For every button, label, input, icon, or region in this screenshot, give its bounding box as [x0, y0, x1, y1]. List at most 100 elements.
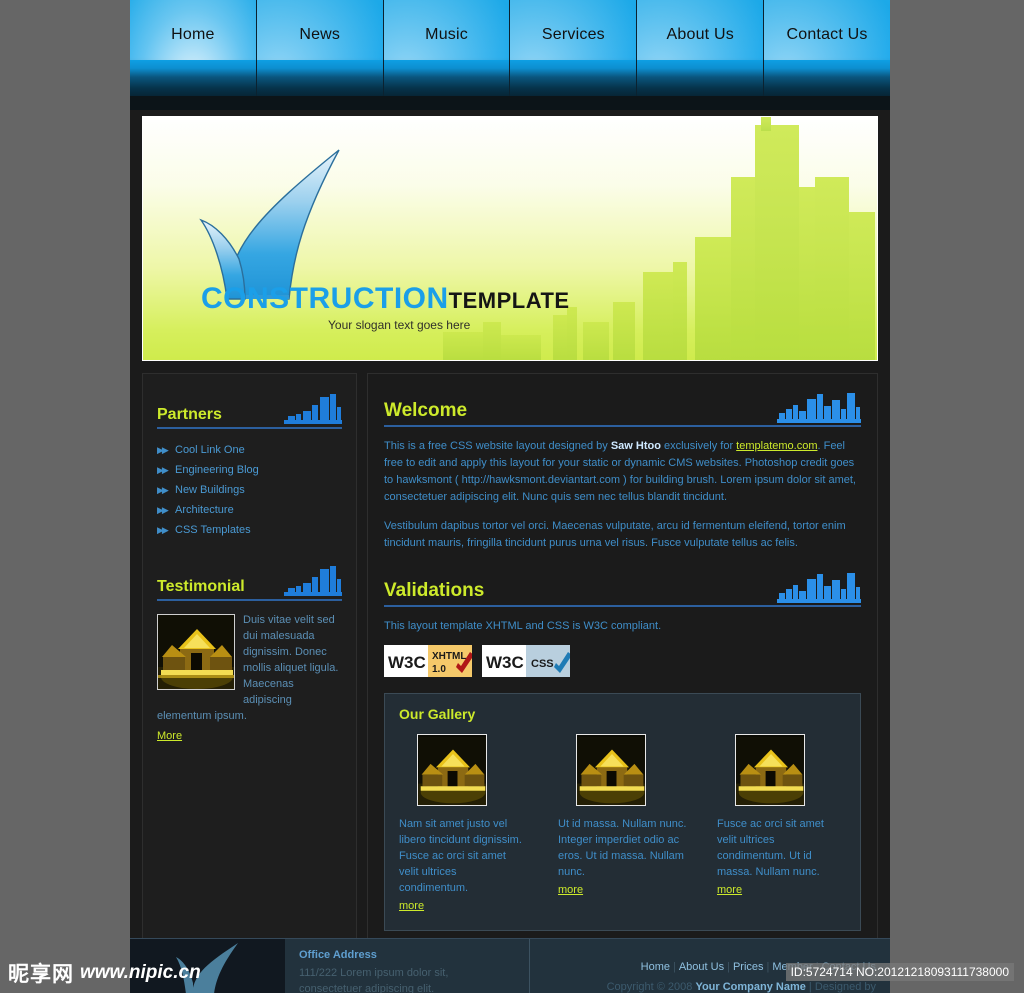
banner-title: CONSTRUCTIONTEMPLATE: [201, 282, 570, 316]
banner-title-main: CONSTRUCTION: [201, 282, 449, 315]
gallery-caption: Nam sit amet justo vel libero tincidunt …: [399, 818, 522, 894]
header-rule: [384, 425, 861, 427]
validation-badges: W3C XHTML 1.0 W3C CSS: [384, 645, 861, 677]
golden-temple-photo: [577, 736, 645, 805]
nav-item-news[interactable]: News: [256, 0, 384, 110]
gallery-row: Nam sit amet justo vel libero tincidunt …: [399, 734, 846, 914]
nav-item-about-us[interactable]: About Us: [637, 0, 765, 110]
header-rule: [384, 605, 861, 607]
partner-link-label: New Buildings: [175, 484, 245, 496]
blue-skyline-icon: [777, 393, 861, 423]
blue-skyline-icon: [777, 573, 861, 603]
welcome-paragraph-2: Vestibulum dapibus tortor vel orci. Maec…: [384, 520, 846, 549]
banner-title-sub: TEMPLATE: [448, 288, 570, 313]
golden-temple-photo: [736, 736, 804, 805]
gallery-more-link[interactable]: more: [717, 884, 742, 896]
copyright-mid: | Designed by: [805, 981, 876, 993]
footer-address-line-2: consectetuer adipiscing elit.: [299, 983, 435, 993]
double-chevron-icon: ▶▶: [157, 525, 169, 535]
page-footer: Office Address 111/222 Lorem ipsum dolor…: [130, 938, 890, 993]
banner-slogan: Your slogan text goes here: [328, 318, 471, 332]
partner-link-engineering-blog[interactable]: ▶▶ Engineering Blog: [157, 460, 342, 480]
svg-text:XHTML: XHTML: [432, 651, 466, 662]
golden-temple-photo: [158, 615, 234, 689]
footer-copyright: Copyright © 2008 Your Company Name | Des…: [530, 981, 876, 993]
left-sidebar: Partners ▶▶ Cool Link One ▶▶ Engineering…: [142, 373, 357, 950]
gallery-item: Fusce ac orci sit amet velit ultrices co…: [717, 734, 846, 914]
partner-link-label: Architecture: [175, 504, 234, 516]
header-rule: [157, 599, 342, 601]
nav-item-contact-us[interactable]: Contact Us: [764, 0, 890, 110]
validations-heading: Validations: [384, 580, 485, 601]
templatemo-link[interactable]: templatemo.com: [736, 440, 817, 452]
double-chevron-icon: ▶▶: [157, 465, 169, 475]
nipic-watermark-url: www.nipic.cn: [80, 962, 201, 983]
link-separator: |: [727, 961, 730, 973]
welcome-author: Saw Htoo: [610, 440, 661, 452]
nav-item-home[interactable]: Home: [130, 0, 257, 110]
gallery-thumbnail[interactable]: [735, 734, 805, 806]
footer-address-line-1: 111/222 Lorem ipsum dolor sit,: [299, 967, 449, 979]
copyright-prefix: Copyright © 2008: [606, 981, 696, 993]
blue-skyline-icon: [284, 566, 342, 596]
main-navigation: Home News Music Services About Us Contac…: [130, 0, 890, 110]
testimonial-heading: Testimonial: [157, 578, 245, 595]
welcome-paragraph-1: This is a free CSS website layout design…: [384, 438, 861, 506]
nav-item-label: Services: [541, 26, 605, 43]
green-city-skyline: [443, 117, 875, 360]
partner-link-new-buildings[interactable]: ▶▶ New Buildings: [157, 480, 342, 500]
partner-link-label: CSS Templates: [175, 524, 251, 536]
nav-item-label: News: [299, 26, 341, 43]
blue-skyline-icon: [284, 394, 342, 424]
header-rule: [157, 427, 342, 429]
welcome-heading: Welcome: [384, 400, 468, 421]
w3c-css-badge[interactable]: W3C CSS: [482, 645, 572, 677]
double-chevron-icon: ▶▶: [157, 505, 169, 515]
testimonial-section-header: Testimonial: [157, 562, 342, 604]
gallery-thumbnail[interactable]: [417, 734, 487, 806]
footer-link-home[interactable]: Home: [641, 961, 670, 973]
gallery-item: Ut id massa. Nullam nunc. Integer imperd…: [558, 734, 687, 914]
main-content: Welcome This is a free CSS website layou…: [367, 373, 878, 950]
gallery-caption: Ut id massa. Nullam nunc. Integer imperd…: [558, 818, 687, 878]
partner-link-cool-link-one[interactable]: ▶▶ Cool Link One: [157, 440, 342, 460]
content-columns: Partners ▶▶ Cool Link One ▶▶ Engineering…: [142, 373, 878, 950]
w3c-css-badge-icon: W3C CSS: [482, 645, 572, 677]
validations-section-header: Validations: [384, 568, 861, 610]
partners-heading: Partners: [157, 406, 222, 423]
testimonial-thumbnail[interactable]: [157, 614, 235, 690]
testimonial-more-link[interactable]: More: [157, 728, 182, 744]
nav-item-services[interactable]: Services: [510, 0, 638, 110]
gallery-more-link[interactable]: more: [558, 884, 583, 896]
footer-address: Office Address 111/222 Lorem ipsum dolor…: [285, 939, 530, 993]
nipic-watermark: 昵享网 www.nipic.cn: [8, 958, 201, 988]
partner-link-architecture[interactable]: ▶▶ Architecture: [157, 500, 342, 520]
hero-banner: CONSTRUCTIONTEMPLATE Your slogan text go…: [142, 116, 878, 361]
copyright-company: Your Company Name: [695, 981, 806, 993]
nav-item-music[interactable]: Music: [383, 0, 511, 110]
footer-link-prices[interactable]: Prices: [733, 961, 764, 973]
partner-link-label: Cool Link One: [175, 444, 245, 456]
gallery-more-link[interactable]: more: [399, 900, 424, 912]
partner-link-css-templates[interactable]: ▶▶ CSS Templates: [157, 520, 342, 540]
double-chevron-icon: ▶▶: [157, 445, 169, 455]
welcome-p1-b: exclusively for: [660, 440, 737, 452]
footer-link-about-us[interactable]: About Us: [679, 961, 724, 973]
testimonial-block: Duis vitae velit sed dui malesuada digni…: [157, 612, 342, 744]
w3c-xhtml-badge-icon: W3C XHTML 1.0: [384, 645, 474, 677]
gallery-heading: Our Gallery: [399, 706, 476, 722]
svg-text:W3C: W3C: [388, 653, 426, 672]
gallery-thumbnail[interactable]: [576, 734, 646, 806]
svg-text:CSS: CSS: [531, 658, 554, 670]
banner-artwork: [199, 117, 875, 360]
gallery-panel: Our Gallery Nam sit amet justo vel liber…: [384, 693, 861, 931]
welcome-section-header: Welcome: [384, 388, 861, 430]
w3c-xhtml-badge[interactable]: W3C XHTML 1.0: [384, 645, 474, 677]
welcome-p1-a: This is a free CSS website layout design…: [384, 440, 611, 452]
link-separator: |: [766, 961, 770, 973]
svg-text:W3C: W3C: [486, 653, 524, 672]
partners-link-list: ▶▶ Cool Link One ▶▶ Engineering Blog ▶▶ …: [157, 440, 342, 540]
gallery-item: Nam sit amet justo vel libero tincidunt …: [399, 734, 528, 914]
gallery-caption: Fusce ac orci sit amet velit ultrices co…: [717, 818, 824, 878]
image-id-badge: ID:5724714 NO:20121218093111738000: [785, 963, 1014, 981]
